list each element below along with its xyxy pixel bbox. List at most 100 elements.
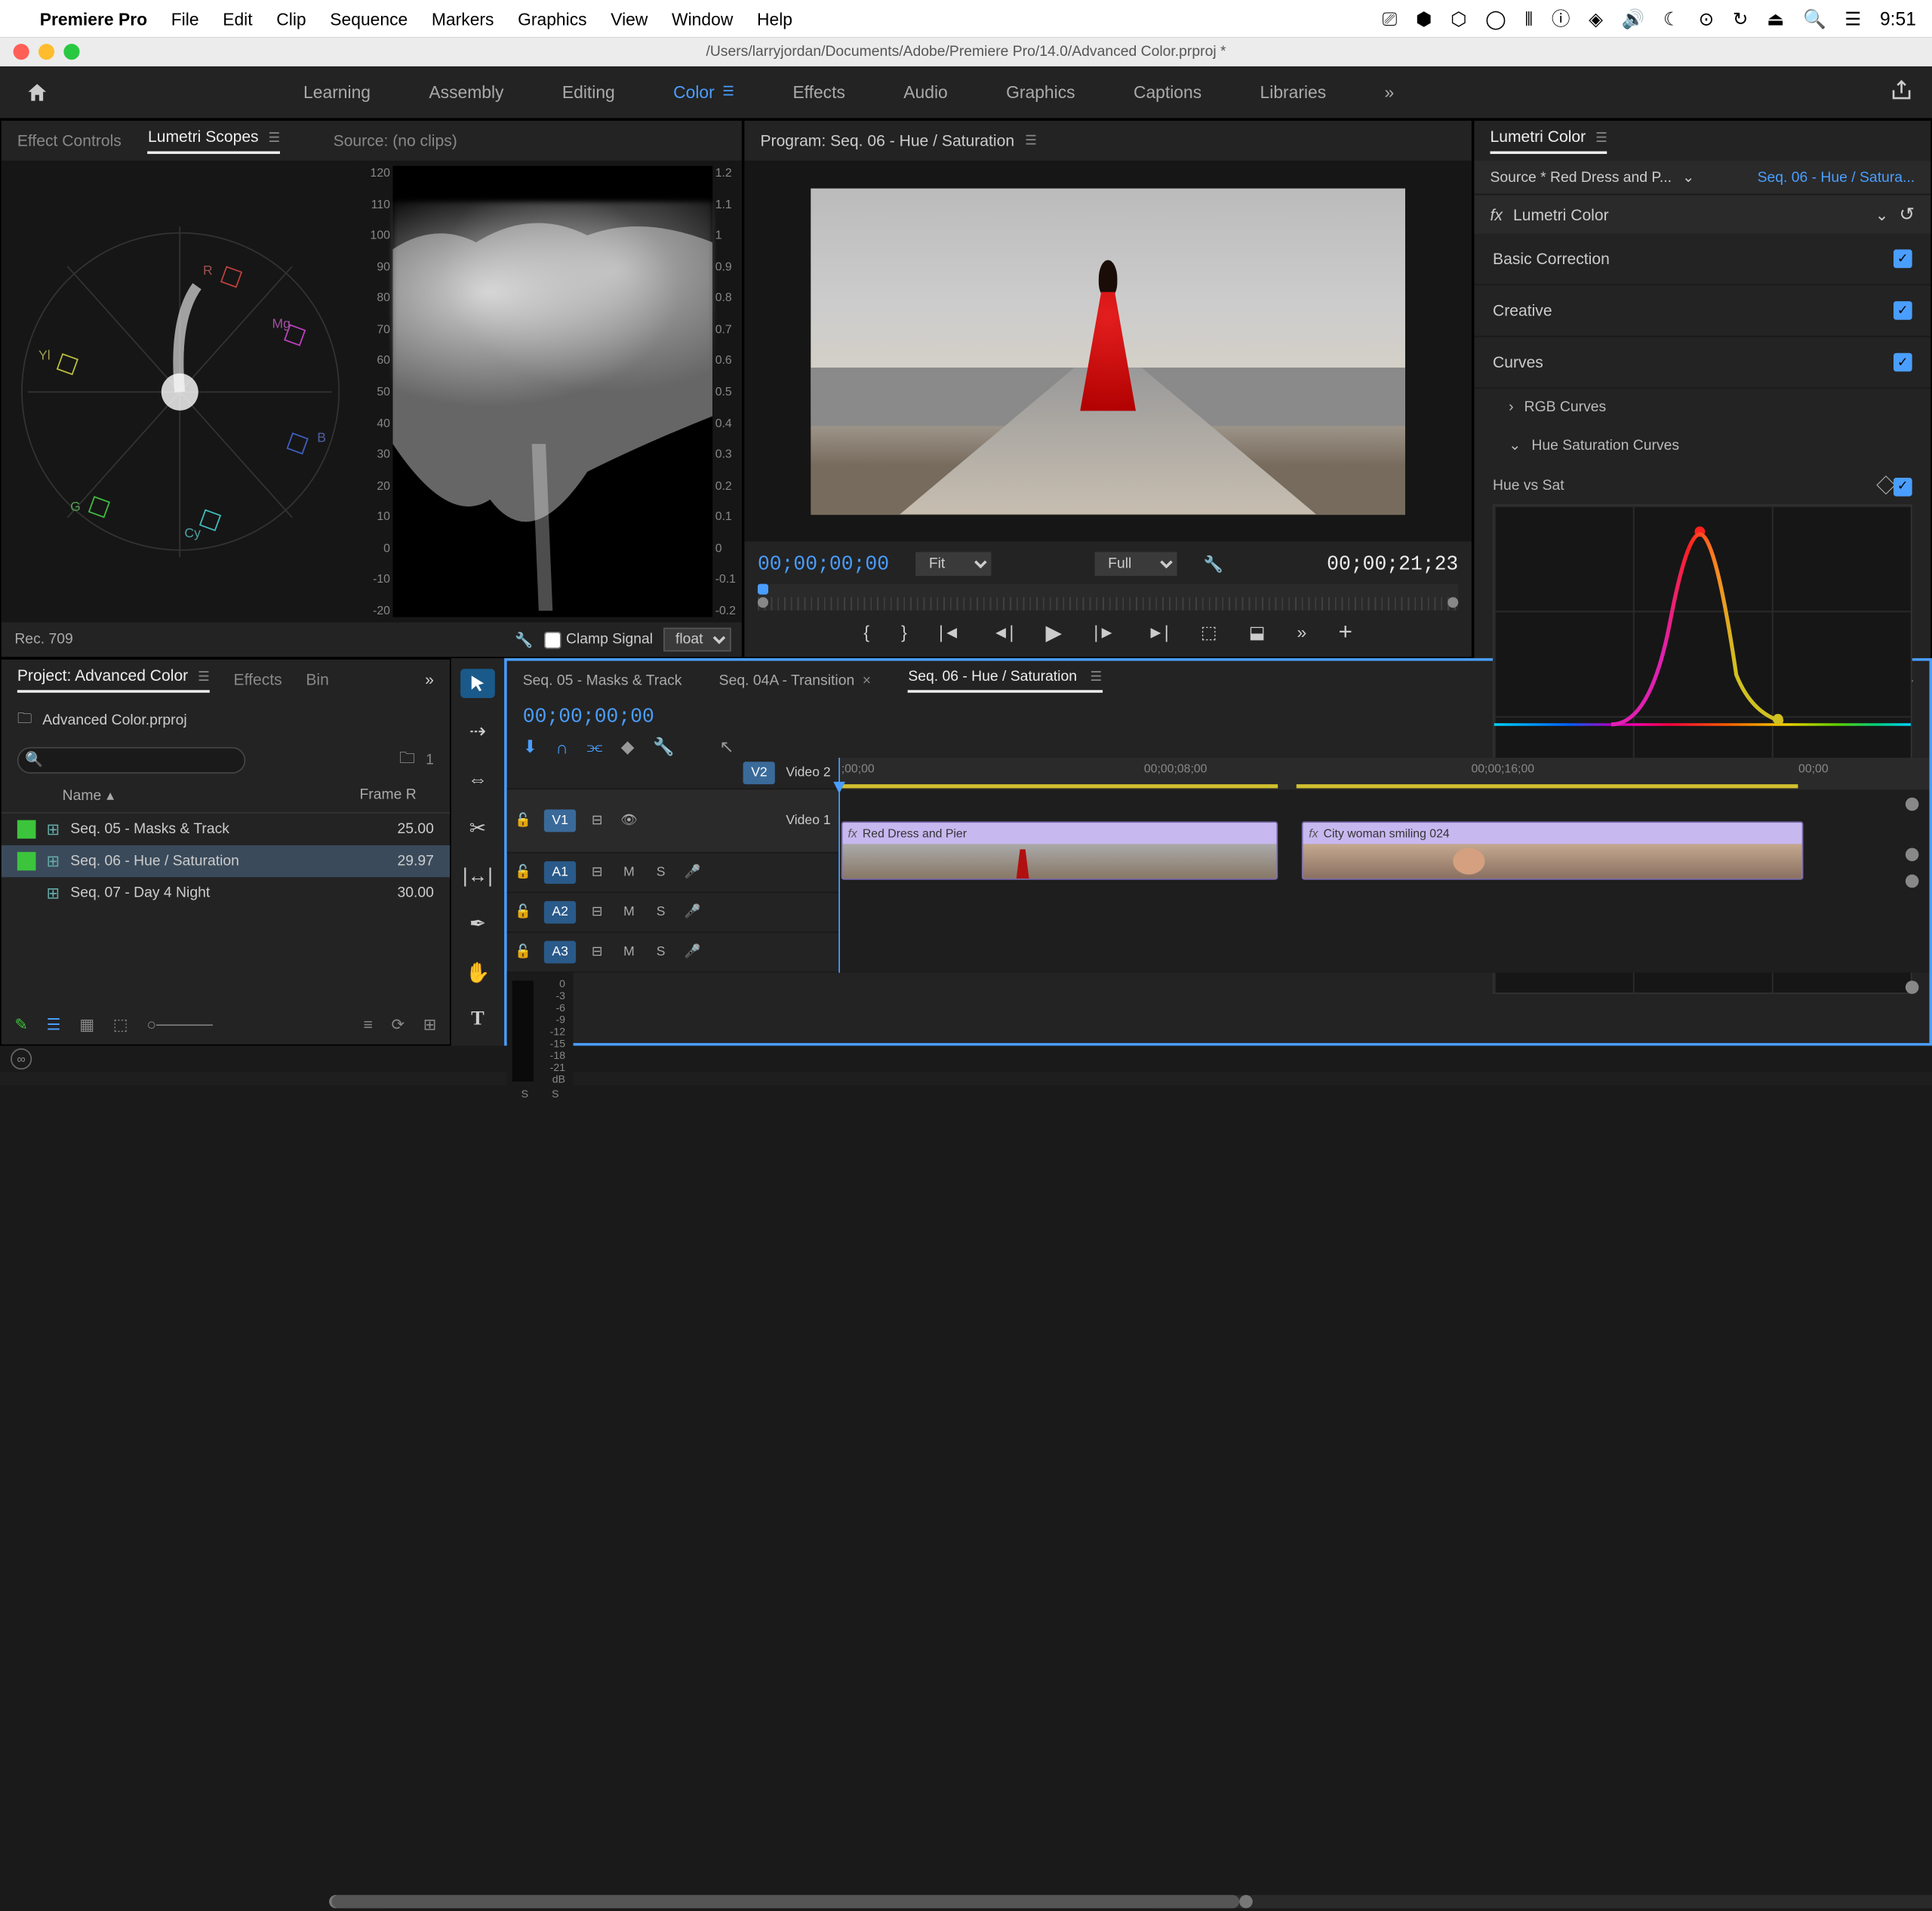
insert-icon[interactable]: ⬇ xyxy=(523,737,537,758)
step-forward-button[interactable]: |► xyxy=(1094,623,1115,642)
maximize-window-button[interactable] xyxy=(63,44,79,60)
solo-button[interactable]: S xyxy=(651,905,672,919)
voice-record-icon[interactable]: 🎤 xyxy=(682,905,703,919)
dropbox-icon[interactable]: ⬢ xyxy=(1416,8,1432,30)
tab-effect-controls[interactable]: Effect Controls xyxy=(17,131,122,150)
menu-sequence[interactable]: Sequence xyxy=(330,8,408,28)
lock-icon[interactable]: 🔓 xyxy=(515,814,534,828)
menu-graphics[interactable]: Graphics xyxy=(518,8,586,28)
menu-markers[interactable]: Markers xyxy=(432,8,494,28)
zoom-slider[interactable]: ○───── xyxy=(146,1015,213,1034)
track-a1-label[interactable]: A1 xyxy=(544,861,576,884)
play-button[interactable]: ▶ xyxy=(1046,619,1063,645)
toggle-sync-icon[interactable]: 👁 xyxy=(618,814,639,828)
go-to-out-button[interactable]: ►| xyxy=(1147,623,1169,642)
lock-icon[interactable]: 🔓 xyxy=(515,905,534,919)
reset-button[interactable]: ↺ xyxy=(1900,203,1915,226)
col-framerate[interactable]: Frame R xyxy=(359,787,433,805)
mute-button[interactable]: M xyxy=(618,945,639,959)
hand-tool[interactable]: ✋ xyxy=(460,958,495,987)
lumetri-sequence[interactable]: Seq. 06 - Hue / Satura... xyxy=(1758,169,1915,185)
tab-bin[interactable]: Bin xyxy=(306,670,328,689)
voice-record-icon[interactable]: 🎤 xyxy=(682,945,703,959)
auto-icon[interactable]: ⟳ xyxy=(391,1015,405,1034)
pencil-icon[interactable]: ✎ xyxy=(14,1015,28,1034)
tab-lumetri-scopes[interactable]: Lumetri Scopes ☰ xyxy=(148,128,280,154)
timeline-clip[interactable]: fxCity woman smiling 024 xyxy=(1302,821,1804,879)
check-icon[interactable]: ✓ xyxy=(1894,477,1912,496)
new-bin-icon[interactable]: 🗀 xyxy=(399,746,415,774)
bin-icon[interactable]: 🗀 xyxy=(17,707,32,732)
volume-icon[interactable]: 🔊 xyxy=(1622,8,1645,30)
transport-overflow[interactable]: » xyxy=(1297,623,1307,642)
program-tc-in[interactable]: 00;00;00;00 xyxy=(758,552,889,575)
toggle-icon[interactable]: ⊟ xyxy=(586,865,608,879)
tab-source[interactable]: Source: (no clips) xyxy=(334,131,457,150)
voice-record-icon[interactable]: 🎤 xyxy=(682,865,703,879)
menu-help[interactable]: Help xyxy=(757,8,792,28)
resolution-select[interactable]: Full xyxy=(1095,552,1177,576)
bars-icon[interactable]: ⦀ xyxy=(1524,8,1533,30)
diamond-icon[interactable]: ◈ xyxy=(1589,8,1603,30)
go-to-in-button[interactable]: |◄ xyxy=(939,623,961,642)
lock-icon[interactable]: 🔓 xyxy=(515,945,534,959)
slip-tool[interactable]: |↔| xyxy=(460,861,495,891)
track-select-tool[interactable]: ⇢ xyxy=(460,717,495,746)
playhead[interactable] xyxy=(838,758,840,973)
pen-tool[interactable]: ✒ xyxy=(460,909,495,939)
menubar-time[interactable]: 9:51 xyxy=(1880,8,1916,29)
extract-button[interactable]: ⬓ xyxy=(1249,622,1266,643)
type-tool[interactable]: T xyxy=(460,1005,495,1035)
ws-effects[interactable]: Effects xyxy=(792,82,844,102)
timeline-tab[interactable]: Seq. 06 - Hue / Saturation ☰ xyxy=(908,669,1102,693)
find-icon[interactable]: ⊞ xyxy=(423,1015,437,1034)
ws-libraries[interactable]: Libraries xyxy=(1260,82,1327,102)
solo-indicator[interactable]: S xyxy=(521,1088,528,1100)
section-curves[interactable]: Curves ✓ xyxy=(1474,337,1930,389)
track-v1-label[interactable]: V1 xyxy=(544,810,576,832)
menu-clip[interactable]: Clip xyxy=(276,8,306,28)
ws-overflow[interactable]: » xyxy=(1385,82,1395,102)
lock-icon[interactable]: 🔓 xyxy=(515,865,534,879)
menu-view[interactable]: View xyxy=(611,8,648,28)
project-overflow[interactable]: » xyxy=(425,670,434,689)
ws-learning[interactable]: Learning xyxy=(303,82,371,102)
snap-icon[interactable]: ∩ xyxy=(556,737,568,757)
ws-menu-icon[interactable]: ☰ xyxy=(722,85,734,100)
control-center-icon[interactable]: ☰ xyxy=(1844,8,1861,30)
tab-effects[interactable]: Effects xyxy=(234,670,282,689)
mark-in-button[interactable]: { xyxy=(863,623,869,642)
clock-icon[interactable]: ↻ xyxy=(1733,8,1749,30)
lumetri-source[interactable]: Source * Red Dress and P... xyxy=(1491,169,1672,185)
program-viewer[interactable] xyxy=(744,161,1472,542)
solo-indicator[interactable]: S xyxy=(552,1088,558,1100)
timeline-clip[interactable]: fxRed Dress and Pier xyxy=(841,821,1278,879)
settings-icon[interactable]: 🔧 xyxy=(653,737,674,758)
timeline-tab[interactable]: Seq. 04A - Transition × xyxy=(719,672,871,688)
play-circle-icon[interactable]: ⊙ xyxy=(1699,8,1715,30)
check-icon[interactable]: ✓ xyxy=(1894,301,1912,320)
col-name[interactable]: Name ▴ xyxy=(63,787,360,805)
timeline-timecode[interactable]: 00;00;00;00 xyxy=(523,706,654,728)
fit-select[interactable]: Fit xyxy=(915,552,991,576)
app-name[interactable]: Premiere Pro xyxy=(40,8,147,28)
timeline-scrollbar[interactable] xyxy=(332,1895,1932,1909)
check-icon[interactable]: ✓ xyxy=(1894,250,1912,269)
creative-cloud-icon[interactable]: ∞ xyxy=(11,1048,32,1069)
project-item[interactable]: ⊞ Seq. 06 - Hue / Saturation29.97 xyxy=(2,845,450,877)
section-hue-sat-curves[interactable]: ⌄ Hue Saturation Curves xyxy=(1474,426,1930,464)
section-creative[interactable]: Creative ✓ xyxy=(1474,285,1930,337)
timeline-tab[interactable]: Seq. 05 - Masks & Track xyxy=(523,672,682,688)
lift-button[interactable]: ⬚ xyxy=(1201,622,1217,643)
ws-graphics[interactable]: Graphics xyxy=(1006,82,1075,102)
screen-record-icon[interactable]: ⎚ xyxy=(1383,8,1398,30)
selection-tool[interactable] xyxy=(460,669,495,698)
chevron-down-icon[interactable]: ⌄ xyxy=(1875,205,1889,224)
close-window-button[interactable] xyxy=(14,44,29,60)
mute-button[interactable]: M xyxy=(618,865,639,879)
razor-tool[interactable]: ✂ xyxy=(460,813,495,842)
toggle-output-icon[interactable]: ⊟ xyxy=(586,814,608,828)
toggle-icon[interactable]: ⊟ xyxy=(586,905,608,919)
program-scrubber[interactable] xyxy=(758,584,1458,611)
ws-assembly[interactable]: Assembly xyxy=(429,82,503,102)
